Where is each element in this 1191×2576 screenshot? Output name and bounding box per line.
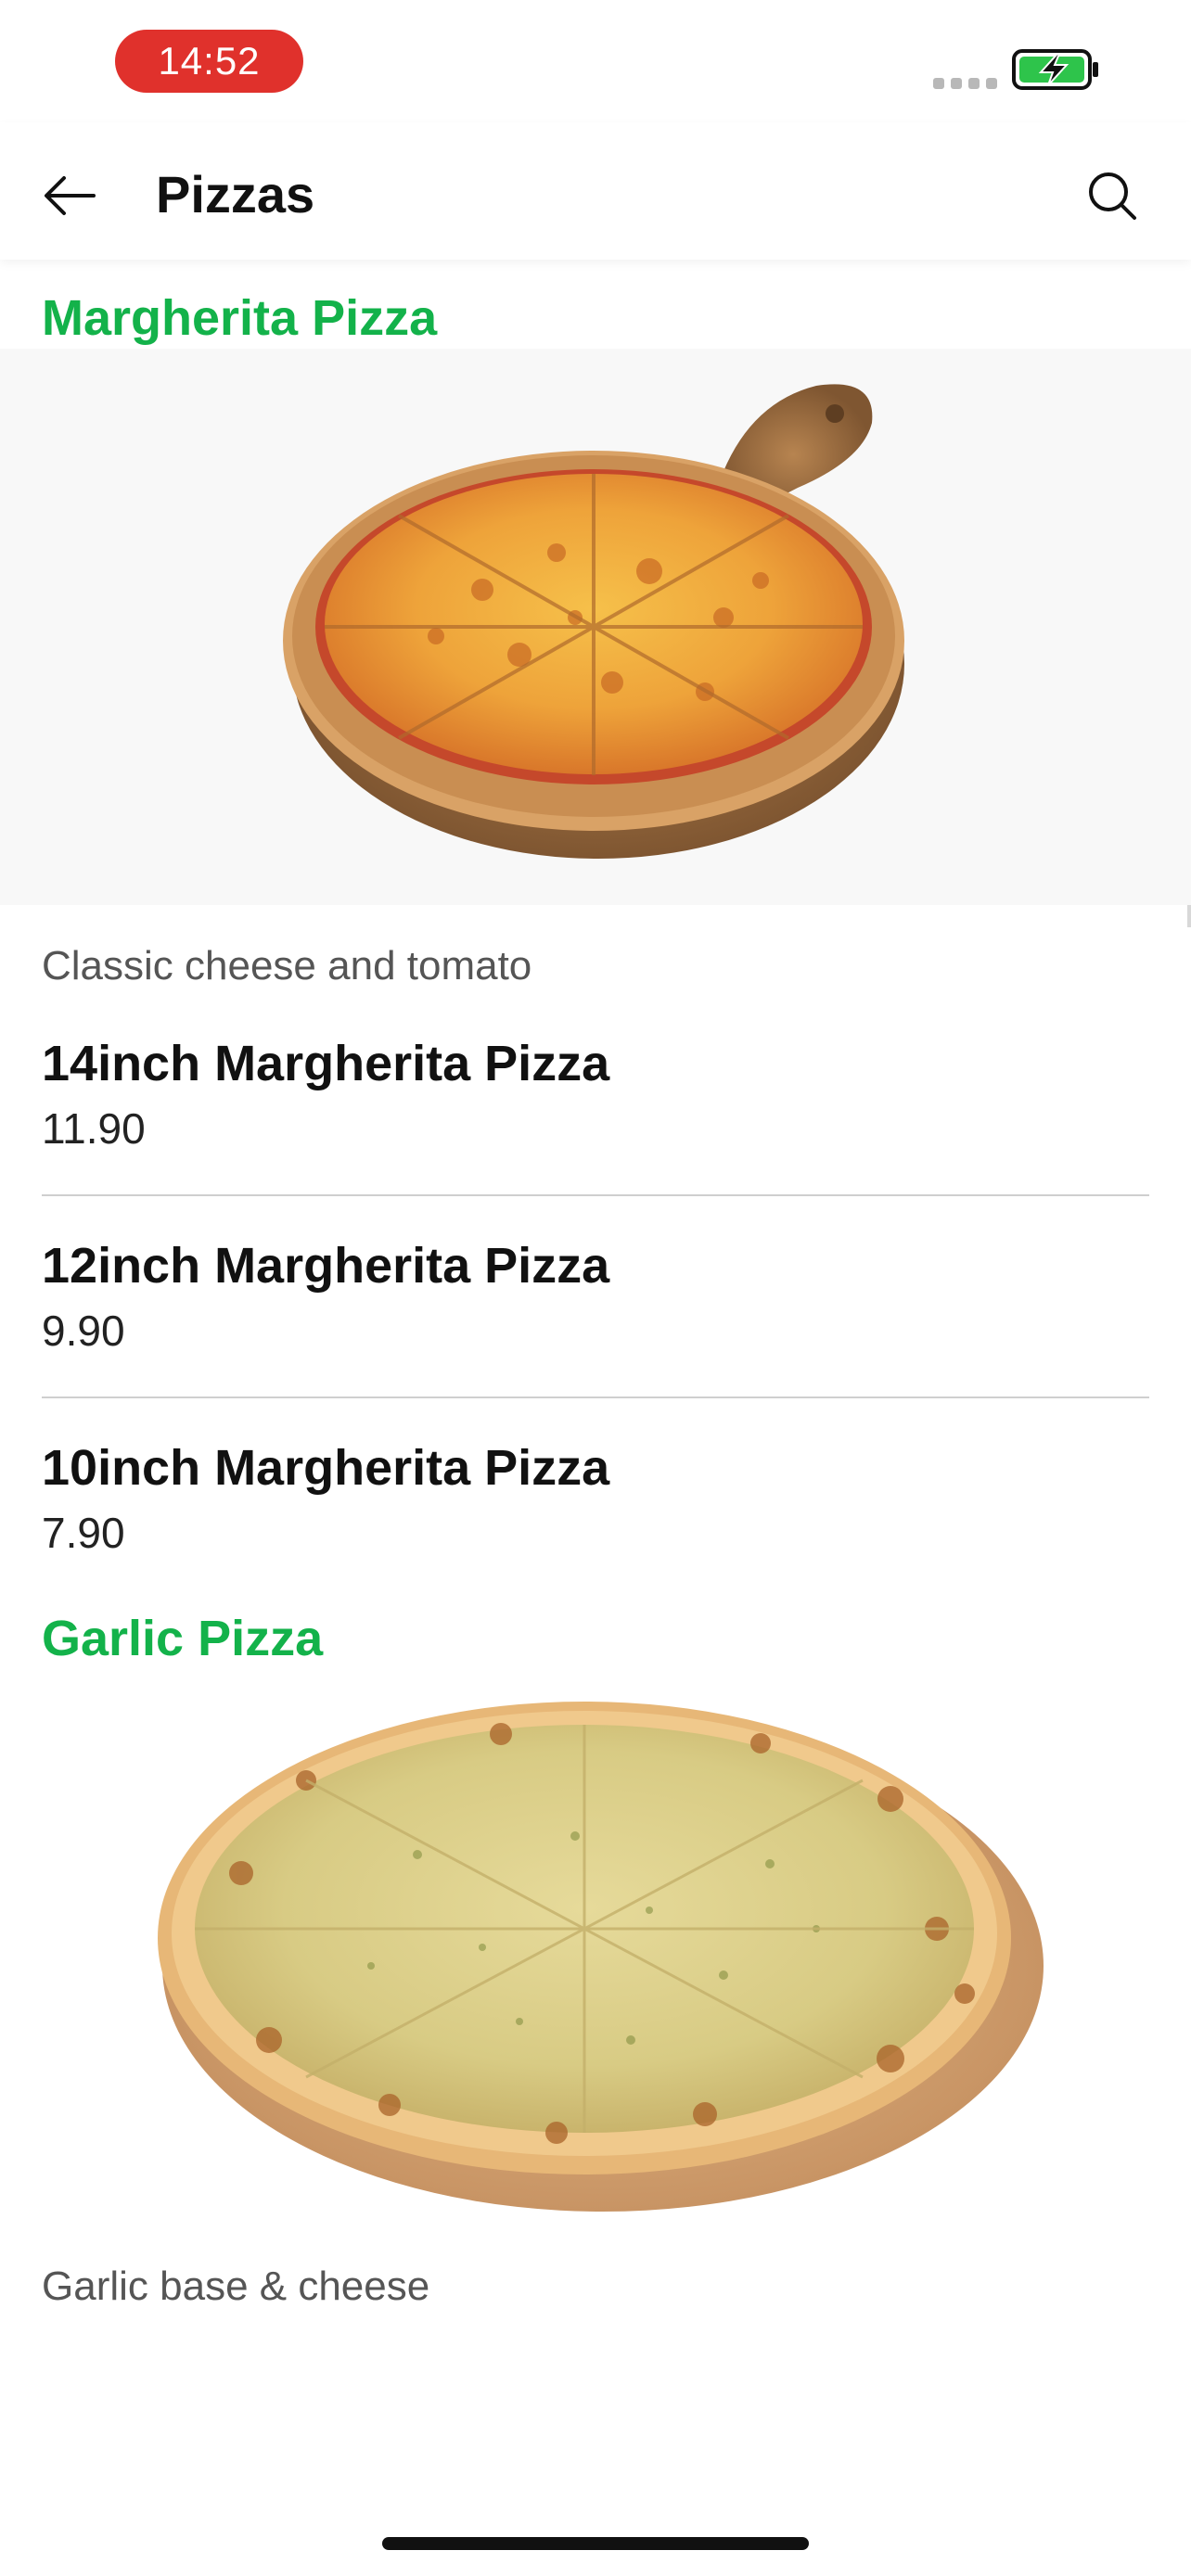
arrow-left-icon: [45, 176, 96, 215]
app-bar: Pizzas: [0, 122, 1191, 260]
garlic-pizza-image[interactable]: [0, 1669, 1191, 2225]
item-price: 9.90: [42, 1307, 125, 1355]
item-price: 7.90: [42, 1509, 125, 1557]
section-description: Garlic base & cheese: [42, 2264, 430, 2309]
home-indicator[interactable]: [382, 2537, 809, 2550]
section-description: Classic cheese and tomato: [42, 943, 532, 988]
section-title: Garlic Pizza: [42, 1611, 324, 1666]
section-margherita: Margherita Pizza Classic cheese and toma…: [0, 260, 1191, 1580]
menu-content: Margherita Pizza Classic cheese and toma…: [0, 260, 1191, 2315]
signal-dots-icon: [933, 78, 997, 89]
menu-item[interactable]: 12inch Margherita Pizza 9.90: [42, 1196, 1149, 1398]
search-button[interactable]: [1070, 154, 1154, 237]
section-garlic: Garlic Pizza Garlic base & cheese: [0, 1580, 1191, 2315]
item-price: 11.90: [42, 1104, 146, 1153]
menu-item[interactable]: 14inch Margherita Pizza 11.90: [42, 994, 1149, 1196]
page-title: Pizzas: [156, 165, 315, 223]
menu-item[interactable]: 10inch Margherita Pizza 7.90: [42, 1398, 1149, 1580]
margherita-pizza-image[interactable]: [0, 349, 1191, 905]
battery-charging-icon: [1012, 49, 1098, 90]
status-time: 14:52: [115, 30, 303, 93]
status-bar: 14:52: [0, 0, 1191, 122]
item-name: 10inch Margherita Pizza: [42, 1440, 610, 1496]
search-icon: [1089, 172, 1136, 220]
item-name: 14inch Margherita Pizza: [42, 1036, 610, 1091]
back-button[interactable]: [28, 154, 111, 237]
section-title: Margherita Pizza: [42, 290, 438, 346]
item-name: 12inch Margherita Pizza: [42, 1238, 610, 1294]
